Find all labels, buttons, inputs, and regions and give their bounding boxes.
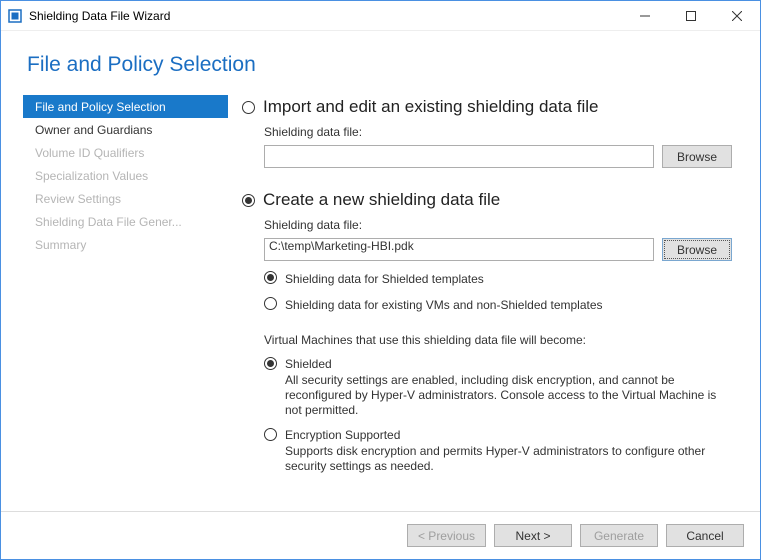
import-browse-button[interactable]: Browse xyxy=(662,145,732,168)
wizard-content: Import and edit an existing shielding da… xyxy=(228,95,738,511)
nav-summary: Summary xyxy=(23,233,228,256)
wizard-footer: < Previous Next > Generate Cancel xyxy=(1,511,760,559)
policy-encryption-radio[interactable] xyxy=(264,428,277,441)
create-browse-button[interactable]: Browse xyxy=(662,238,732,261)
import-radio[interactable] xyxy=(242,101,255,114)
nav-volume-id-qualifiers: Volume ID Qualifiers xyxy=(23,141,228,164)
vm-note: Virtual Machines that use this shielding… xyxy=(264,333,732,347)
minimize-button[interactable] xyxy=(622,1,668,31)
previous-button: < Previous xyxy=(407,524,486,547)
window-title: Shielding Data File Wizard xyxy=(29,9,170,23)
template-nonshielded-radio[interactable] xyxy=(264,297,277,310)
close-button[interactable] xyxy=(714,1,760,31)
import-file-label: Shielding data file: xyxy=(264,125,732,139)
nav-file-and-policy[interactable]: File and Policy Selection xyxy=(23,95,228,118)
app-icon xyxy=(7,8,23,24)
page-title: File and Policy Selection xyxy=(27,53,738,77)
policy-shielded-desc: All security settings are enabled, inclu… xyxy=(285,373,732,418)
nav-review-settings: Review Settings xyxy=(23,187,228,210)
import-file-input[interactable] xyxy=(264,145,654,168)
policy-encryption-desc: Supports disk encryption and permits Hyp… xyxy=(285,444,732,474)
policy-shielded-radio[interactable] xyxy=(264,357,277,370)
nav-file-generation: Shielding Data File Gener... xyxy=(23,210,228,233)
titlebar: Shielding Data File Wizard xyxy=(1,1,760,31)
maximize-button[interactable] xyxy=(668,1,714,31)
create-section-title: Create a new shielding data file xyxy=(263,190,500,210)
create-file-label: Shielding data file: xyxy=(264,218,732,232)
policy-shielded-name: Shielded xyxy=(285,357,732,371)
create-file-input[interactable]: C:\temp\Marketing-HBI.pdk xyxy=(264,238,654,261)
create-radio[interactable] xyxy=(242,194,255,207)
cancel-button[interactable]: Cancel xyxy=(666,524,744,547)
template-nonshielded-label: Shielding data for existing VMs and non-… xyxy=(285,297,603,313)
template-shielded-label: Shielding data for Shielded templates xyxy=(285,271,484,287)
template-shielded-radio[interactable] xyxy=(264,271,277,284)
generate-button: Generate xyxy=(580,524,658,547)
wizard-sidebar: File and Policy Selection Owner and Guar… xyxy=(23,95,228,511)
nav-owner-and-guardians[interactable]: Owner and Guardians xyxy=(23,118,228,141)
next-button[interactable]: Next > xyxy=(494,524,572,547)
policy-encryption-name: Encryption Supported xyxy=(285,428,732,442)
wizard-window: Shielding Data File Wizard File and Poli… xyxy=(0,0,761,560)
import-section-title: Import and edit an existing shielding da… xyxy=(263,97,598,117)
nav-specialization-values: Specialization Values xyxy=(23,164,228,187)
